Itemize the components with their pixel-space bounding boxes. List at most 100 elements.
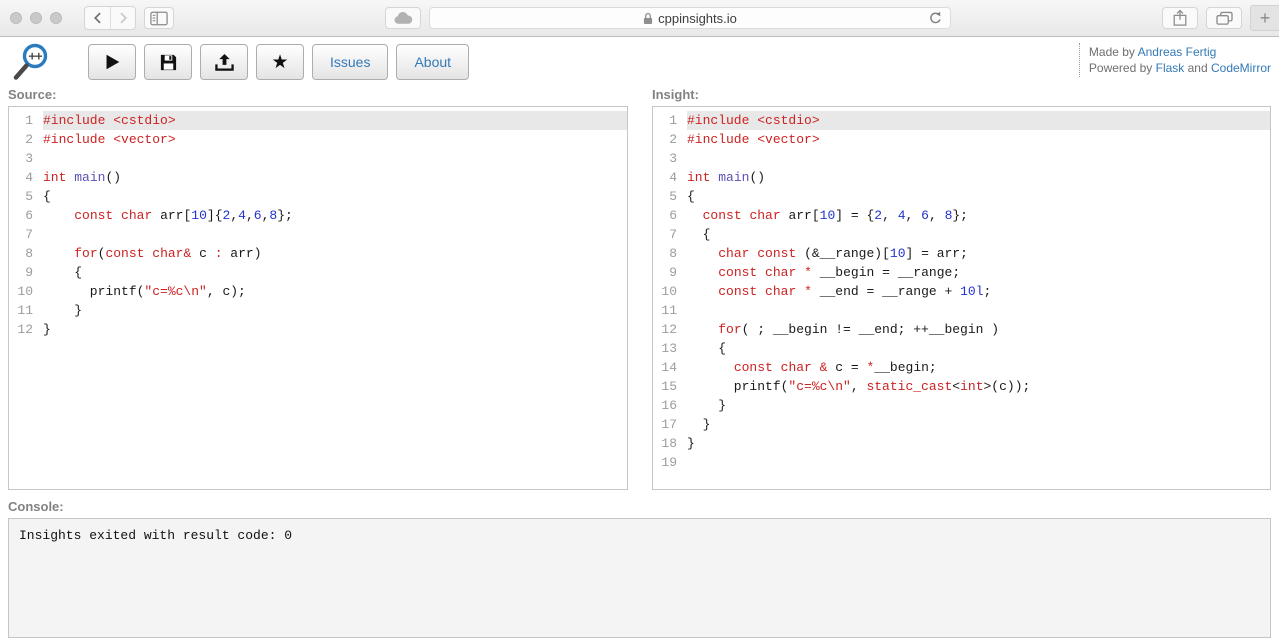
code-line: 7 { <box>653 225 1270 244</box>
console-text: Insights exited with result code: 0 <box>19 528 292 543</box>
upload-button[interactable] <box>200 44 248 80</box>
code-line: 11 <box>653 301 1270 320</box>
line-content: #include <cstdio> <box>43 111 627 130</box>
issues-button[interactable]: Issues <box>312 44 388 80</box>
code-line: 3 <box>653 149 1270 168</box>
line-content <box>687 453 1270 472</box>
code-line: 6 const char arr[10]{2,4,6,8}; <box>9 206 627 225</box>
source-column: Source: 1#include <cstdio>2#include <vec… <box>8 85 628 490</box>
code-line: 12 for( ; __begin != __end; ++__begin ) <box>653 320 1270 339</box>
line-number: 7 <box>653 225 687 244</box>
console-section: Console: Insights exited with result cod… <box>0 499 1279 638</box>
code-line: 9 const char * __begin = __range; <box>653 263 1270 282</box>
share-button[interactable] <box>1162 7 1198 29</box>
minimize-window-button[interactable] <box>30 12 42 24</box>
window-controls <box>10 12 62 24</box>
credits: Made by Andreas Fertig Powered by Flask … <box>1079 43 1271 77</box>
line-content: printf("c=%c\n", static_cast<int>(c)); <box>687 377 1270 396</box>
line-number: 13 <box>653 339 687 358</box>
lock-icon <box>643 12 653 25</box>
favorite-button[interactable]: ★ <box>256 44 304 80</box>
line-content: const char & c = *__begin; <box>687 358 1270 377</box>
line-number: 6 <box>9 206 43 225</box>
and-text: and <box>1184 61 1211 75</box>
flask-link[interactable]: Flask <box>1156 61 1185 75</box>
line-content <box>687 149 1270 168</box>
reload-button[interactable] <box>928 11 943 29</box>
line-content: #include <cstdio> <box>687 111 1270 130</box>
code-line: 4int main() <box>9 168 627 187</box>
line-number: 6 <box>653 206 687 225</box>
line-number: 8 <box>9 244 43 263</box>
codemirror-link[interactable]: CodeMirror <box>1211 61 1271 75</box>
address-bar[interactable]: cppinsights.io <box>429 7 951 29</box>
line-content: char const (&__range)[10] = arr; <box>687 244 1270 263</box>
line-number: 15 <box>653 377 687 396</box>
source-editor[interactable]: 1#include <cstdio>2#include <vector>34in… <box>8 106 628 490</box>
chevron-left-icon <box>91 11 105 25</box>
line-content: int main() <box>43 168 627 187</box>
line-number: 4 <box>653 168 687 187</box>
code-line: 9 { <box>9 263 627 282</box>
sidebar-toggle-button[interactable] <box>144 7 174 29</box>
code-line: 3 <box>9 149 627 168</box>
line-content: { <box>43 187 627 206</box>
code-line: 12} <box>9 320 627 339</box>
line-number: 8 <box>653 244 687 263</box>
line-content: } <box>687 434 1270 453</box>
line-number: 19 <box>653 453 687 472</box>
run-button[interactable] <box>88 44 136 80</box>
line-content <box>43 149 627 168</box>
line-number: 1 <box>653 111 687 130</box>
code-line: 5{ <box>9 187 627 206</box>
new-tab-button[interactable]: + <box>1250 5 1279 31</box>
code-line: 10 printf("c=%c\n", c); <box>9 282 627 301</box>
zoom-window-button[interactable] <box>50 12 62 24</box>
source-label: Source: <box>8 87 628 102</box>
insight-viewer[interactable]: 1#include <cstdio>2#include <vector>34in… <box>652 106 1271 490</box>
chevron-right-icon <box>116 11 130 25</box>
line-content: { <box>687 339 1270 358</box>
line-content: } <box>687 396 1270 415</box>
powered-by-line: Powered by Flask and CodeMirror <box>1089 60 1271 76</box>
sidebar-icon <box>150 11 168 26</box>
about-button[interactable]: About <box>396 44 469 80</box>
forward-button[interactable] <box>110 7 135 29</box>
line-content: { <box>687 187 1270 206</box>
line-content: #include <vector> <box>687 130 1270 149</box>
line-number: 3 <box>9 149 43 168</box>
code-line: 10 const char * __end = __range + 10l; <box>653 282 1270 301</box>
close-window-button[interactable] <box>10 12 22 24</box>
back-button[interactable] <box>85 7 110 29</box>
line-number: 12 <box>9 320 43 339</box>
console-output: Insights exited with result code: 0 <box>8 518 1271 638</box>
line-content: printf("c=%c\n", c); <box>43 282 627 301</box>
line-number: 10 <box>653 282 687 301</box>
author-link[interactable]: Andreas Fertig <box>1138 45 1217 59</box>
tab-overview-button[interactable] <box>1206 7 1242 29</box>
insight-column: Insight: 1#include <cstdio>2#include <ve… <box>652 85 1271 490</box>
line-content: } <box>43 320 627 339</box>
upload-icon <box>214 53 235 72</box>
line-content: for(const char& c : arr) <box>43 244 627 263</box>
code-line: 8 char const (&__range)[10] = arr; <box>653 244 1270 263</box>
line-number: 9 <box>9 263 43 282</box>
line-number: 2 <box>9 130 43 149</box>
code-line: 13 { <box>653 339 1270 358</box>
icloud-tabs-button[interactable] <box>385 7 421 29</box>
code-line: 7 <box>9 225 627 244</box>
cpp-insights-logo[interactable]: ++ <box>8 41 54 83</box>
code-line: 2#include <vector> <box>9 130 627 149</box>
editors-area: Source: 1#include <cstdio>2#include <vec… <box>0 85 1279 490</box>
line-content: } <box>43 301 627 320</box>
save-button[interactable] <box>144 44 192 80</box>
line-number: 3 <box>653 149 687 168</box>
line-number: 9 <box>653 263 687 282</box>
line-content: for( ; __begin != __end; ++__begin ) <box>687 320 1270 339</box>
line-number: 1 <box>9 111 43 130</box>
tabs-icon <box>1215 11 1234 26</box>
line-content: const char * __begin = __range; <box>687 263 1270 282</box>
line-content: } <box>687 415 1270 434</box>
insight-label: Insight: <box>652 87 1271 102</box>
code-line: 15 printf("c=%c\n", static_cast<int>(c))… <box>653 377 1270 396</box>
